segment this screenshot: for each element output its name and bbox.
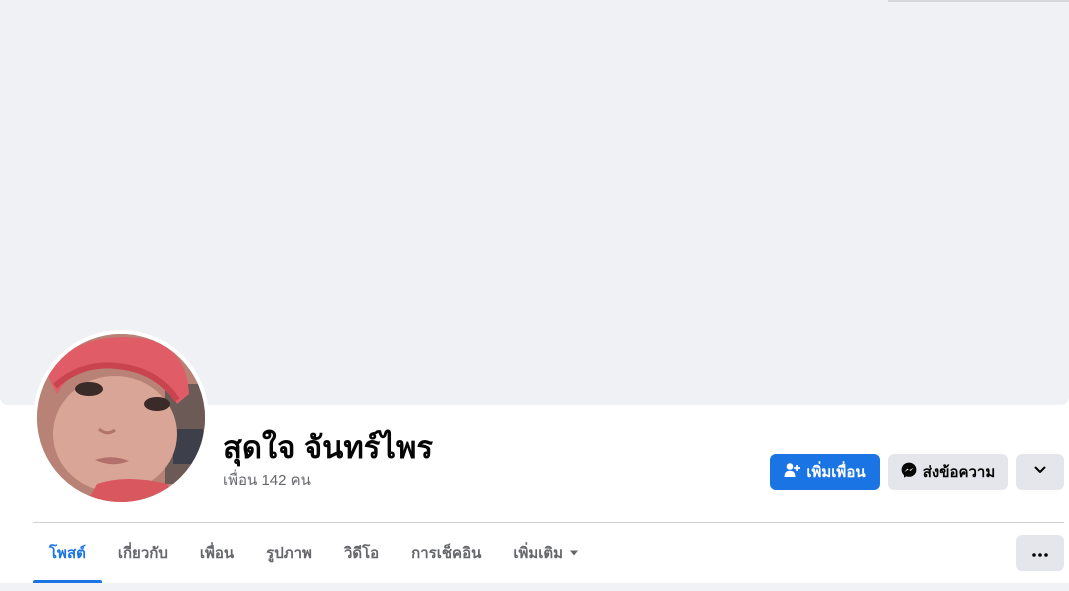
tab-about[interactable]: เกี่ยวกับ (102, 523, 184, 583)
add-friend-label: เพิ่มเพื่อน (806, 464, 866, 481)
profile-name: สุดใจ จันทร์ไพร (223, 430, 434, 465)
tab-about-label: เกี่ยวกับ (117, 545, 168, 562)
send-message-label: ส่งข้อความ (922, 464, 996, 481)
friend-count[interactable]: เพื่อน 142 คน (223, 471, 311, 491)
tab-photos[interactable]: รูปภาพ (250, 523, 328, 583)
tab-more[interactable]: เพิ่มเติม (497, 523, 595, 583)
tab-posts-label: โพสต์ (49, 545, 86, 562)
tab-checkins[interactable]: การเช็คอิน (395, 523, 497, 583)
person-add-icon (784, 462, 801, 482)
tab-more-label: เพิ่มเติม (513, 545, 564, 562)
avatar[interactable] (37, 334, 205, 502)
cover-edge-divider (888, 0, 1069, 2)
tabs-more-button[interactable] (1016, 535, 1064, 571)
tab-friends-label: เพื่อน (199, 545, 235, 562)
chevron-down-icon (1033, 463, 1047, 481)
profile-more-button[interactable] (1016, 454, 1064, 490)
profile-tabs: โพสต์ เกี่ยวกับ เพื่อน รูปภาพ วิดีโอ การ… (33, 523, 595, 583)
tab-photos-label: รูปภาพ (266, 545, 312, 562)
tab-videos[interactable]: วิดีโอ (328, 523, 395, 583)
page-bottom-background (0, 583, 1069, 591)
tab-posts[interactable]: โพสต์ (33, 523, 102, 583)
avatar-photo (37, 334, 205, 502)
tab-checkins-label: การเช็คอิน (411, 545, 482, 562)
profile-page: สุดใจ จันทร์ไพร เพื่อน 142 คน เพิ่มเพื่อ… (0, 0, 1069, 591)
tab-friends[interactable]: เพื่อน (184, 523, 250, 583)
caret-down-icon (569, 549, 579, 557)
ellipsis-icon (1032, 544, 1048, 562)
send-message-button[interactable]: ส่งข้อความ (888, 454, 1008, 490)
messenger-icon (901, 462, 917, 482)
add-friend-button[interactable]: เพิ่มเพื่อน (770, 454, 880, 490)
tab-videos-label: วิดีโอ (343, 545, 380, 562)
